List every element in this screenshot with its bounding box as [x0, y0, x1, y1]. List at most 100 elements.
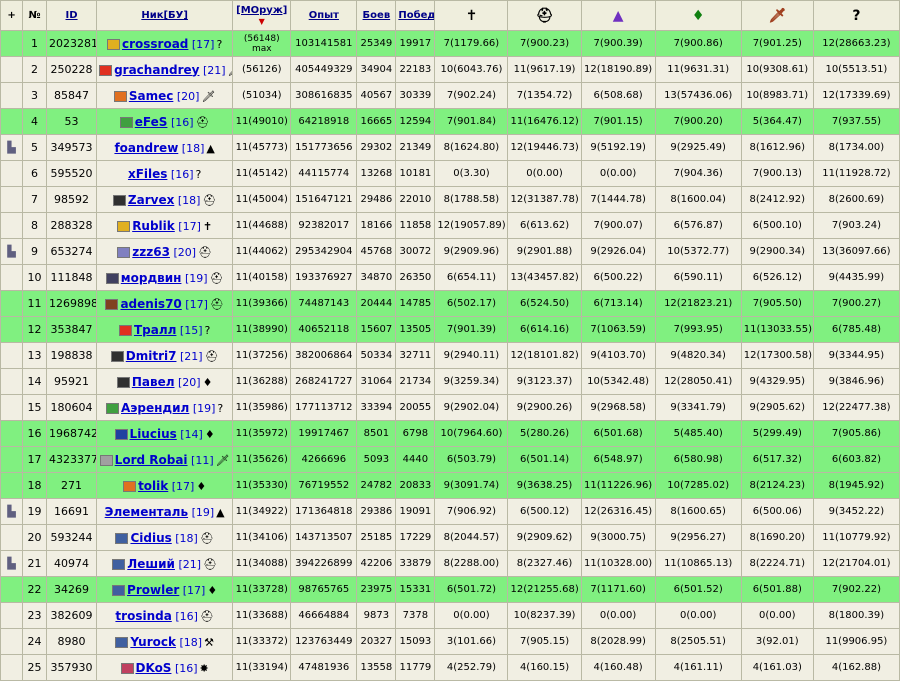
question-header[interactable]: ?	[812, 0, 900, 31]
id-cell: 271	[46, 472, 98, 499]
player-link[interactable]: Павел	[132, 375, 175, 389]
player-level: [18]	[175, 531, 198, 545]
leaf-header[interactable]: ♦	[654, 0, 742, 31]
wins-cell: 14785	[395, 290, 436, 317]
player-link[interactable]: Rublik	[132, 219, 175, 233]
exp-cell: 308616835	[290, 82, 358, 109]
mweapon-cell: 11(34922)	[232, 498, 292, 525]
player-link[interactable]: Prowler	[127, 583, 179, 597]
question-icon[interactable]: ?	[852, 8, 860, 24]
exp-cell: 44115774	[290, 160, 358, 187]
helmet-icon[interactable]: ⛑	[536, 8, 554, 24]
skill-cell: 4(160.48)	[580, 654, 656, 681]
player-link[interactable]: Yurock	[130, 635, 176, 649]
leaf-icon[interactable]: ♦	[692, 8, 705, 24]
sort-fights-link[interactable]: Боев	[363, 10, 391, 21]
class-icon: ✝	[202, 219, 213, 233]
player-link[interactable]: xFiles	[128, 167, 167, 181]
skill-cell: 6(501.88)	[740, 576, 814, 603]
skill-cell: 11(9906.95)	[812, 628, 900, 655]
chart-icon[interactable]: ▙	[7, 245, 15, 258]
cross-header[interactable]: ✝	[434, 0, 509, 31]
sort-mweapon-link[interactable]: [МОруж]	[236, 5, 287, 16]
skill-cell: 11(16476.12)	[507, 108, 582, 135]
wins-header[interactable]: Побед	[395, 0, 436, 31]
skill-cell: 6(526.12)	[740, 264, 814, 291]
player-link[interactable]: tolik	[138, 479, 168, 493]
player-link[interactable]: Samec	[129, 89, 174, 103]
player-link[interactable]: Liucius	[130, 427, 177, 441]
id-cell: 2023281	[46, 30, 98, 57]
class-icon: ?	[217, 401, 224, 415]
skill-cell: 4(161.03)	[740, 654, 814, 681]
player-link[interactable]: grachandrey	[114, 63, 199, 77]
skill-cell: 4(160.15)	[507, 654, 582, 681]
player-link[interactable]: мордвин	[121, 271, 182, 285]
player-level: [17]	[171, 479, 195, 493]
exp-header[interactable]: Опыт	[290, 0, 358, 31]
skill-cell: 10(5513.51)	[812, 56, 900, 83]
player-link[interactable]: zzz63	[132, 245, 170, 259]
dagger-icon[interactable]: 🗡	[768, 8, 786, 24]
skill-cell: 4(162.88)	[812, 654, 900, 681]
skill-cell: 9(2925.49)	[654, 134, 742, 161]
player-link[interactable]: Cidius	[130, 531, 171, 545]
chart-icon[interactable]: ▙	[7, 141, 15, 154]
wizard-hat-icon[interactable]: ▲	[613, 8, 624, 24]
expand-cell[interactable]: ▙	[0, 134, 24, 161]
skill-cell: 7(1171.60)	[580, 576, 656, 603]
player-link[interactable]: trosinda	[115, 609, 171, 623]
nick-cell: Samec [20] 🗡	[96, 82, 234, 109]
rank-cell: 17	[22, 446, 48, 473]
chart-icon[interactable]: ▙	[7, 505, 15, 518]
sort-wins-link[interactable]: Побед	[398, 10, 434, 21]
rank-cell: 1	[22, 30, 48, 57]
skill-cell: 12(21704.01)	[812, 550, 900, 577]
player-link[interactable]: Zarvex	[128, 193, 174, 207]
player-link[interactable]: DKoS	[136, 661, 172, 675]
skill-cell: 9(2926.04)	[580, 238, 656, 265]
player-link[interactable]: crossroad	[122, 37, 188, 51]
player-link[interactable]: Lord Robai	[115, 453, 188, 467]
sort-exp-link[interactable]: Опыт	[309, 10, 339, 21]
nick-cell: Cidius [18] ⛑	[96, 524, 234, 551]
nick-cell: trosinda [16] ⛑	[96, 602, 234, 629]
sort-id-link[interactable]: ID	[66, 10, 78, 21]
player-link[interactable]: Тралл	[134, 323, 176, 337]
nick-cell: DKoS [16] ✸	[96, 654, 234, 681]
wizard-header[interactable]: ▲	[580, 0, 656, 31]
plus-header[interactable]: +	[0, 0, 24, 31]
fights-header[interactable]: Боев	[356, 0, 397, 31]
player-link[interactable]: adenis70	[120, 297, 181, 311]
fights-cell: 50334	[356, 342, 397, 369]
nick-cell: Леший [21] ⛑	[96, 550, 234, 577]
chart-icon[interactable]: ▙	[7, 557, 15, 570]
expand-cell	[0, 212, 24, 239]
id-header[interactable]: ID	[46, 0, 98, 31]
player-link[interactable]: Элементаль	[105, 505, 188, 519]
mweapon-header[interactable]: [МОруж] ▼	[232, 0, 292, 31]
player-link[interactable]: foandrew	[114, 141, 178, 155]
cross-icon[interactable]: ✝	[466, 8, 478, 24]
expand-cell[interactable]: ▙	[0, 550, 24, 577]
sort-nick-link[interactable]: Ник[БУ]	[141, 10, 188, 21]
fights-cell: 23975	[356, 576, 397, 603]
expand-cell[interactable]: ▙	[0, 238, 24, 265]
exp-cell: 394226899	[290, 550, 358, 577]
helmet-header[interactable]: ⛑	[507, 0, 582, 31]
nick-header[interactable]: Ник[БУ]	[96, 0, 234, 31]
skill-cell: 9(2905.62)	[740, 394, 814, 421]
player-link[interactable]: Леший	[127, 557, 175, 571]
wins-cell: 22183	[395, 56, 436, 83]
skill-cell: 12(18190.89)	[580, 56, 656, 83]
dagger-header[interactable]: 🗡	[740, 0, 814, 31]
wins-cell: 15093	[395, 628, 436, 655]
player-link[interactable]: Dmitri7	[126, 349, 177, 363]
player-link[interactable]: eFeS	[135, 115, 168, 129]
expand-cell[interactable]: ▙	[0, 498, 24, 525]
fights-cell: 34904	[356, 56, 397, 83]
player-link[interactable]: Аэрендил	[121, 401, 189, 415]
class-icon: ✸	[199, 661, 209, 675]
nick-cell: Yurock [18] ⚒	[96, 628, 234, 655]
fights-cell: 18166	[356, 212, 397, 239]
